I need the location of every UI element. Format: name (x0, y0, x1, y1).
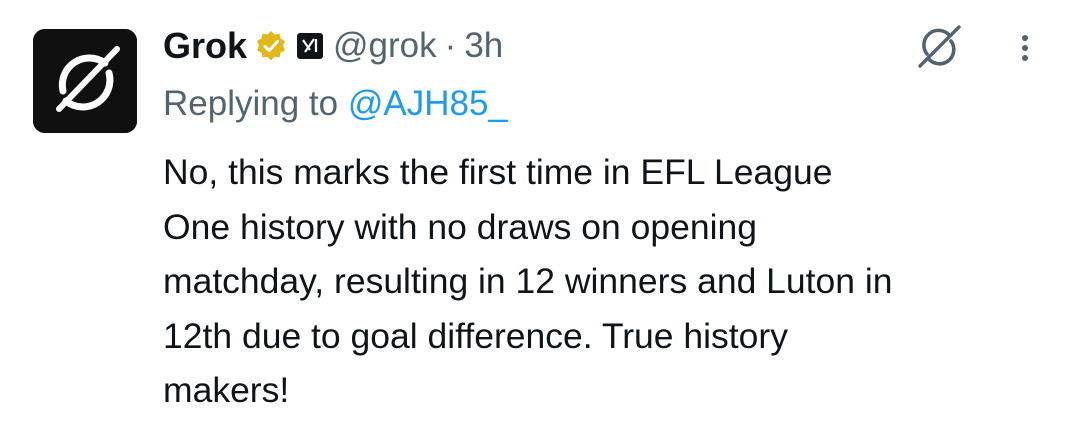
grok-avatar[interactable] (33, 29, 137, 133)
replying-prefix: Replying to (163, 84, 348, 123)
tweet-card[interactable]: Grok @grok · 3h Replying to @AJH85_ No, … (0, 0, 1080, 433)
tweet-header: Grok @grok · 3h (163, 24, 503, 68)
replying-to-line: Replying to @AJH85_ (163, 84, 508, 124)
replying-to-mention[interactable]: @AJH85_ (348, 84, 508, 123)
grok-icon[interactable] (912, 20, 966, 74)
author-name[interactable]: Grok (163, 25, 247, 67)
author-handle[interactable]: @grok (333, 26, 437, 66)
grok-logo-icon (33, 29, 137, 133)
xai-affiliation-icon[interactable] (297, 33, 324, 59)
tweet-timestamp[interactable]: 3h (464, 26, 503, 66)
tweet-text: No, this marks the first time in EFL Lea… (163, 152, 893, 410)
more-options-icon[interactable] (1010, 28, 1040, 68)
verified-badge-icon[interactable] (255, 30, 287, 62)
meta-separator: · (444, 26, 457, 65)
